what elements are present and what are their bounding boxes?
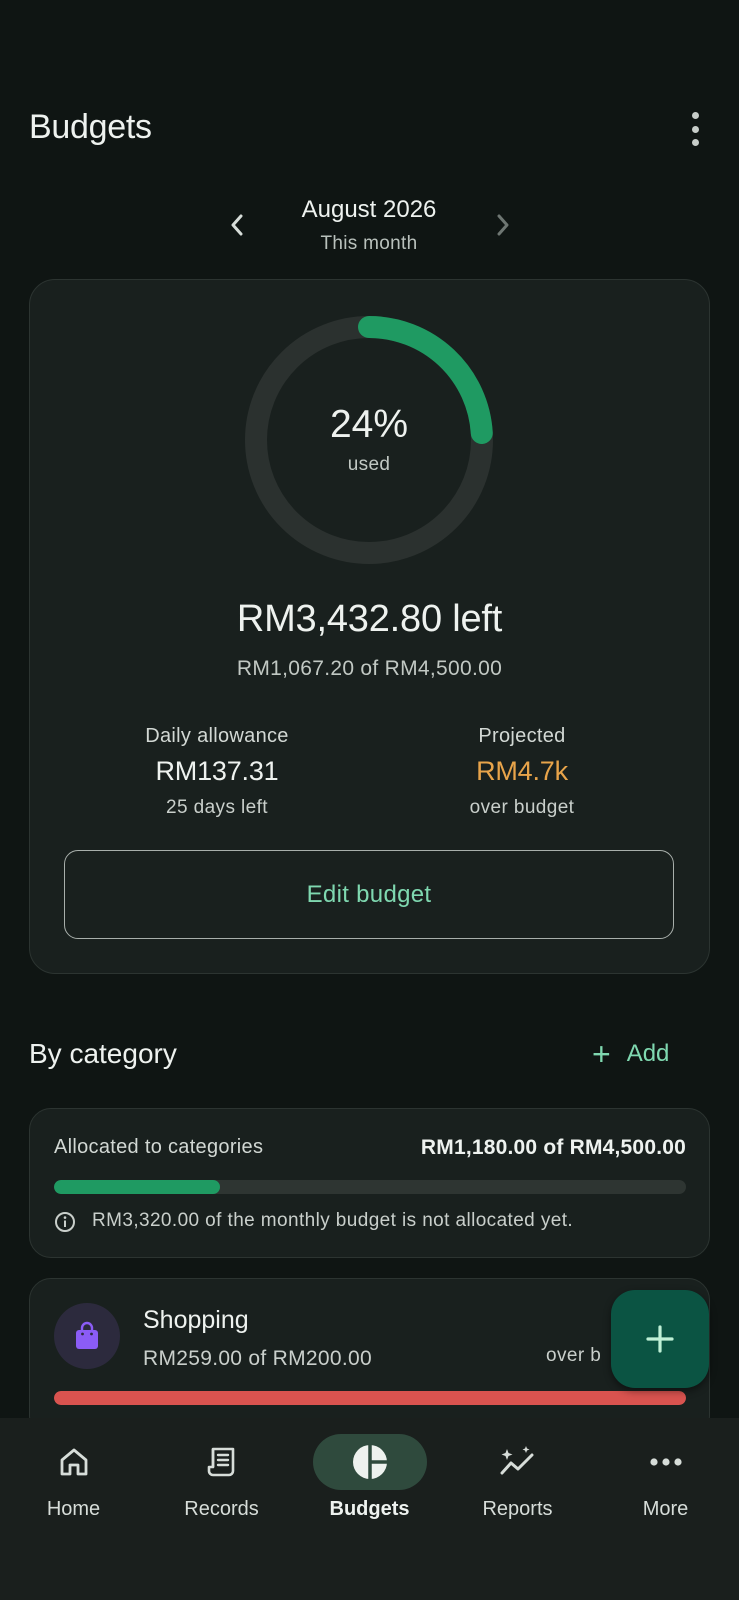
nav-item-home[interactable]: Home [0,1428,147,1538]
info-icon [55,1212,75,1232]
days-left: 25 days left [166,797,268,818]
trend-sparkle-icon [500,1446,533,1475]
page-title: Budgets [29,108,152,146]
pie-chart-icon [352,1445,387,1479]
percent-used: 24% [329,403,409,446]
home-icon [60,1448,87,1476]
category-name: Shopping [143,1306,249,1334]
shopping-bag-icon [76,1321,98,1349]
add-label: Add [626,1040,670,1067]
more-horizontal-icon [649,1458,682,1466]
nav-label-more: More [642,1498,689,1520]
nav-item-records[interactable]: Records [148,1428,295,1538]
previous-month-button[interactable] [222,208,252,242]
allocation-progress-fill [54,1180,220,1194]
next-month-button[interactable] [488,208,518,242]
nav-item-reports[interactable]: Reports [444,1428,591,1538]
nav-label-budgets: Budgets [329,1498,410,1520]
month-title: August 2026 [301,196,437,223]
plus-icon [646,1325,674,1353]
nav-label-reports: Reports [482,1498,553,1520]
plus-icon: + [592,1036,611,1072]
category-progress-fill [54,1391,686,1405]
allocation-amount: RM1,180.00 of RM4,500.00 [420,1136,686,1159]
category-amount: RM259.00 of RM200.00 [143,1347,372,1370]
amount-left: RM3,432.80 left [236,598,503,640]
allocation-label: Allocated to categories [54,1136,264,1158]
nav-item-budgets[interactable]: Budgets [296,1428,443,1538]
category-status: over b [546,1345,602,1366]
edit-budget-button[interactable]: Edit budget [64,850,674,939]
more-options-icon[interactable] [686,112,704,146]
allocation-note: RM3,320.00 of the monthly budget is not … [92,1210,574,1231]
chevron-right-icon [497,214,509,236]
add-fab-button[interactable] [611,1290,709,1388]
spent-of-total: RM1,067.20 of RM4,500.00 [236,657,503,680]
used-label: used [347,454,391,475]
chevron-left-icon [231,214,243,236]
nav-icon-container [165,1434,279,1490]
nav-icon-container [609,1434,723,1490]
by-category-title: By category [29,1038,177,1069]
nav-icon-container [461,1434,575,1490]
projected-label: Projected [478,725,566,747]
nav-icon-container [17,1434,131,1490]
nav-icon-container-active [312,1434,427,1490]
receipt-icon [207,1447,234,1477]
month-subtitle: This month [320,233,418,254]
nav-label-records: Records [184,1498,259,1520]
projected-value: RM4.7k [476,756,568,786]
category-avatar [54,1303,120,1369]
daily-allowance-label: Daily allowance [145,725,289,747]
add-category-button[interactable]: + Add [592,1038,669,1070]
projected-status: over budget [469,797,575,818]
nav-label-home: Home [46,1498,101,1520]
category-progress-bar [54,1391,686,1405]
daily-allowance-value: RM137.31 [155,756,279,786]
nav-item-more[interactable]: More [592,1428,739,1538]
allocation-progress-bar [54,1180,686,1194]
